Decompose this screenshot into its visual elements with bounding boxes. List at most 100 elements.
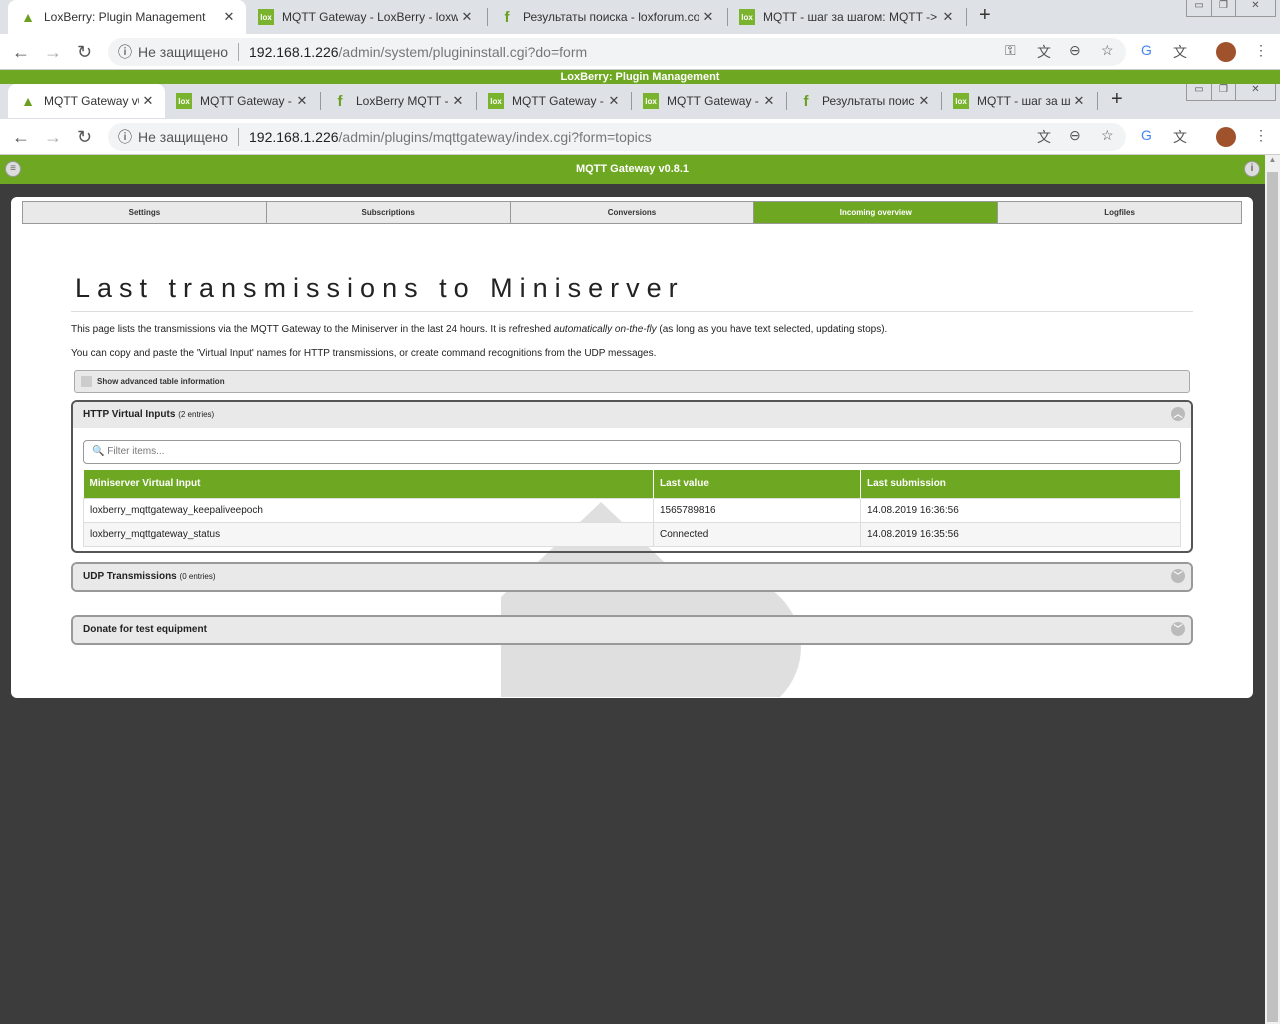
house-icon: ▲ (21, 9, 35, 25)
window1-toolbar: ← → ↻ ⓘ Не защищено 192.168.1.226/admin/sy… (0, 34, 1280, 70)
checkbox[interactable] (81, 376, 92, 387)
forum-icon: f (803, 92, 809, 110)
zoom-icon[interactable]: ⊖ (1069, 42, 1081, 59)
menu-circle-icon[interactable]: ≡ (5, 161, 21, 177)
advanced-info-checkbox[interactable]: Show advanced table information (74, 370, 1190, 393)
close-icon[interactable]: ✕ (760, 93, 778, 109)
avatar[interactable] (1216, 127, 1236, 147)
w2-tab-6[interactable]: lox MQTT - шаг за ша ✕ (941, 84, 1096, 118)
content-panel: Settings Subscriptions Conversions Incom… (11, 197, 1253, 698)
udp-section[interactable]: UDP Transmissions (0 entries) ﹀ (71, 562, 1193, 592)
new-tab-button[interactable]: + (979, 4, 991, 27)
nav-conversions[interactable]: Conversions (509, 202, 754, 223)
intro-text-1: This page lists the transmissions via th… (71, 324, 888, 335)
nav-subscriptions[interactable]: Subscriptions (265, 202, 510, 223)
page-header: ≡ MQTT Gateway v0.8.1 i (0, 155, 1265, 184)
house-icon: ▲ (21, 93, 35, 109)
w2-tab-3[interactable]: lox MQTT Gateway - p ✕ (476, 84, 631, 118)
close-icon[interactable]: ✕ (939, 9, 957, 25)
w2-tab-4[interactable]: lox MQTT Gateway - T ✕ (631, 84, 786, 118)
loxwiki-icon: lox (953, 93, 969, 109)
close-icon[interactable]: ✕ (220, 9, 238, 25)
back-button[interactable]: ← (12, 127, 30, 148)
w2-tab-1[interactable]: loxMQTT Gateway - И✕ (164, 84, 319, 118)
donate-section[interactable]: Donate for test equipment ﹀ (71, 615, 1193, 645)
table-row: loxberry_mqttgateway_status Connected 14.0… (83, 521, 1181, 547)
loxwiki-icon: lox (258, 9, 274, 25)
close-icon[interactable]: ✕ (1070, 93, 1088, 109)
close-icon[interactable]: ✕ (915, 93, 933, 109)
close-icon[interactable]: ✕ (139, 93, 157, 109)
reload-button[interactable]: ↻ (77, 42, 92, 63)
nav-settings[interactable]: Settings (23, 202, 266, 223)
loxwiki-icon: lox (488, 93, 504, 109)
page-title: Last transmissions to Miniserver (75, 273, 685, 303)
minimize-button[interactable]: ▭ (1187, 84, 1211, 100)
zoom-icon[interactable]: ⊖ (1069, 127, 1081, 144)
minimize-button[interactable]: ▭ (1187, 0, 1211, 16)
window1-tabbar: ▲ LoxBerry: Plugin Management ✕ lox MQTT Ga… (0, 0, 1280, 36)
nav-incoming-overview[interactable]: Incoming overview (753, 202, 998, 223)
filter-input[interactable]: 🔍 Filter items... (83, 440, 1181, 464)
table-row: loxberry_mqttgateway_keepaliveepoch 15657… (83, 497, 1181, 523)
window-controls: ▭ ❐ ✕ (1186, 84, 1276, 101)
forum-icon: f (337, 92, 343, 110)
loxwiki-icon: lox (176, 93, 192, 109)
window2-tabbar: ▲MQTT Gateway v0.8.1✕ loxMQTT Gateway - … (0, 84, 1280, 120)
google-translate-icon[interactable]: G (1141, 127, 1152, 143)
w1-tab-2[interactable]: f Результаты поиска - loxforum.com ✕ (487, 0, 725, 34)
w2-tab-2[interactable]: fLoxBerry MQTT - lo✕ (320, 84, 475, 118)
close-window-button[interactable]: ✕ (1235, 0, 1275, 16)
w1-tab-0[interactable]: ▲ LoxBerry: Plugin Management ✕ (8, 0, 246, 34)
http-table: Miniserver Virtual Input Last value Last s… (83, 470, 1181, 547)
chevron-down-icon[interactable]: ﹀ (1171, 569, 1185, 583)
loxwiki-icon: lox (739, 9, 755, 25)
w2-tab-0[interactable]: ▲MQTT Gateway v0.8.1✕ (8, 84, 165, 118)
info-icon: ⓘ (118, 129, 132, 145)
avatar[interactable] (1216, 42, 1236, 62)
menu-icon[interactable]: ⋮ (1254, 127, 1268, 144)
http-section-header[interactable]: HTTP Virtual Inputs (2 entries) ︿ (73, 402, 1191, 428)
intro-text-2: You can copy and paste the 'Virtual Inpu… (71, 348, 657, 359)
forward-button[interactable]: → (44, 42, 62, 63)
menu-icon[interactable]: ⋮ (1254, 42, 1268, 59)
reload-button[interactable]: ↻ (77, 127, 92, 148)
plugin-nav: Settings Subscriptions Conversions Incom… (22, 201, 1242, 224)
close-icon[interactable]: ✕ (458, 9, 476, 25)
google-translate-icon[interactable]: G (1141, 42, 1152, 58)
nav-logfiles[interactable]: Logfiles (997, 202, 1241, 223)
star-icon[interactable]: ☆ (1101, 127, 1114, 144)
forward-button[interactable]: → (44, 127, 62, 148)
restore-button[interactable]: ❐ (1211, 0, 1235, 16)
forum-icon: f (504, 8, 510, 26)
window-controls: ▭ ❐ ✕ (1186, 0, 1276, 17)
close-icon[interactable]: ✕ (605, 93, 623, 109)
w1-tab-3[interactable]: lox MQTT - шаг за шагом: MQTT -> Lo ✕ (727, 0, 965, 34)
close-icon[interactable]: ✕ (699, 9, 717, 25)
restore-button[interactable]: ❐ (1211, 84, 1235, 100)
address-bar[interactable]: ⓘ Не защищено 192.168.1.226/admin/plugins/… (108, 123, 1126, 151)
window1-header: LoxBerry: Plugin Management (0, 70, 1280, 84)
chevron-up-icon[interactable]: ︿ (1171, 407, 1185, 421)
translate-icon[interactable]: 文 (1037, 127, 1051, 147)
key-icon[interactable]: ⚿ (1005, 42, 1016, 59)
loxwiki-icon: lox (643, 93, 659, 109)
window2-toolbar: ← → ↻ ⓘ Не защищено 192.168.1.226/admin/pl… (0, 119, 1280, 155)
close-icon[interactable]: ✕ (449, 93, 467, 109)
address-bar[interactable]: ⓘ Не защищено 192.168.1.226/admin/system/p… (108, 38, 1126, 66)
translate-icon[interactable]: 文 (1037, 42, 1051, 62)
info-icon: ⓘ (118, 44, 132, 60)
back-button[interactable]: ← (12, 42, 30, 63)
chevron-down-icon[interactable]: ﹀ (1171, 622, 1185, 636)
star-icon[interactable]: ☆ (1101, 42, 1114, 59)
translate-ext-icon[interactable]: 文 (1173, 42, 1187, 62)
w2-tab-5[interactable]: f Результаты поиск ✕ (786, 84, 941, 118)
close-icon[interactable]: ✕ (293, 93, 311, 109)
info-circle-icon[interactable]: i (1244, 161, 1260, 177)
close-window-button[interactable]: ✕ (1235, 84, 1275, 100)
http-section: HTTP Virtual Inputs (2 entries) ︿ 🔍 Filte… (71, 400, 1193, 553)
scrollbar[interactable]: ▲ (1265, 155, 1280, 1024)
translate-ext-icon[interactable]: 文 (1173, 127, 1187, 147)
w1-tab-1[interactable]: lox MQTT Gateway - LoxBerry - loxwiki ✕ (246, 0, 484, 34)
new-tab-button[interactable]: + (1111, 88, 1123, 111)
